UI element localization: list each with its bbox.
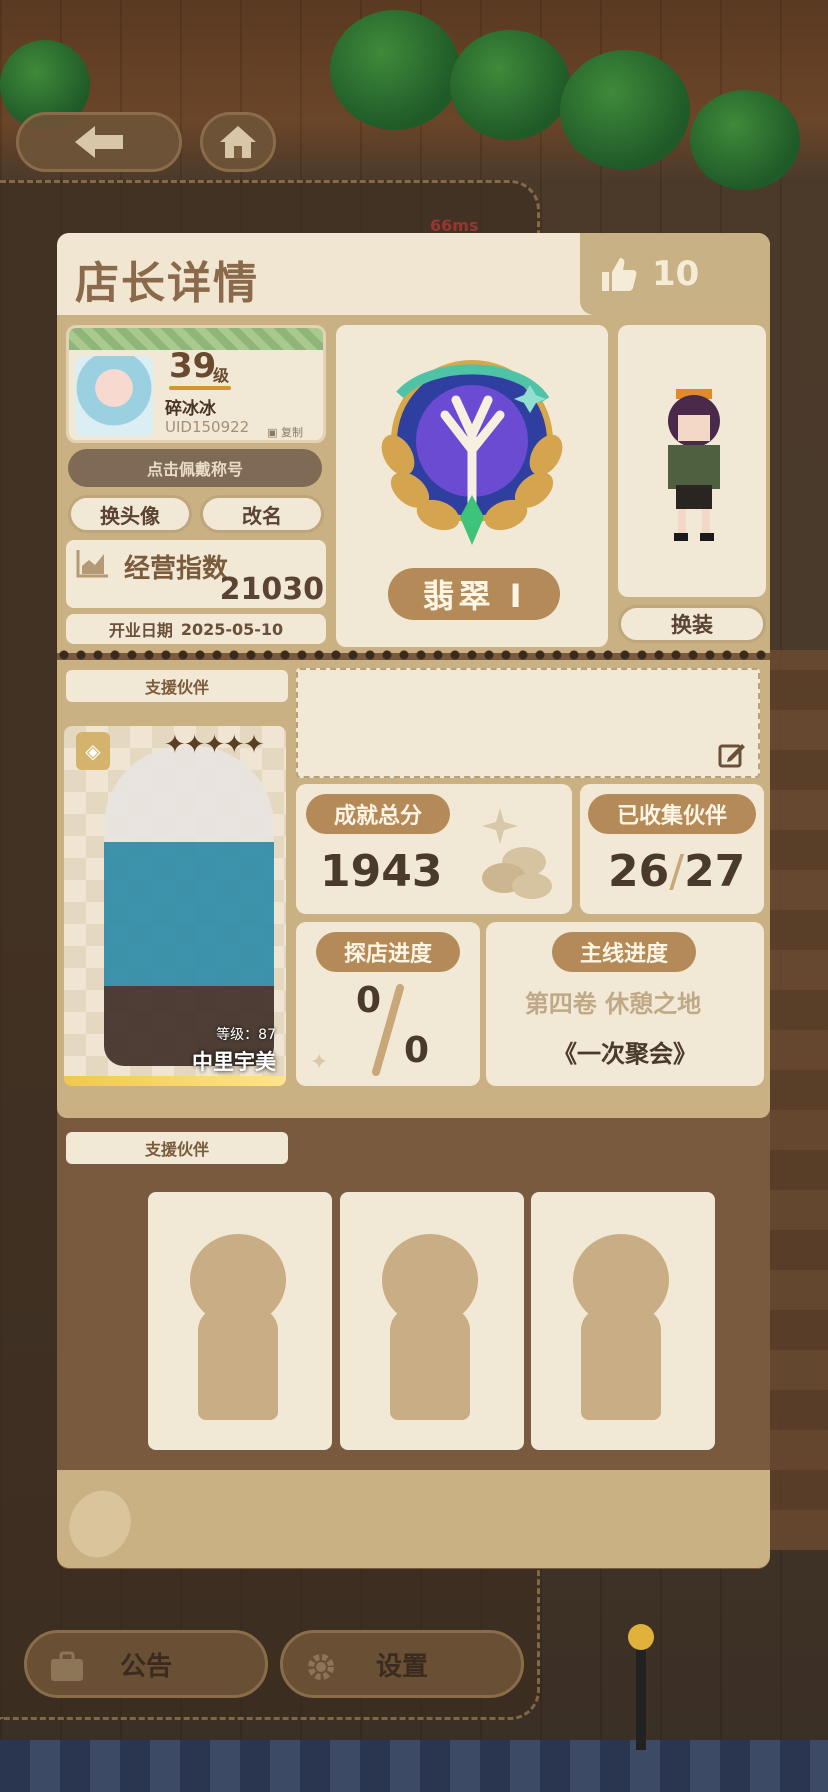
empty-partner-slot[interactable] [531,1192,715,1450]
fraction-separator: / [669,846,685,897]
explore-total: 0 [404,1030,430,1071]
support-partner-label: 支援伙伴 [66,670,288,702]
settings-button[interactable]: 设置 [280,1630,524,1698]
silhouette-body [198,1308,278,1420]
partner-portrait [104,746,274,1066]
tree-sprite [330,10,460,130]
business-index-label: 经营指数 [124,554,229,584]
character-sprite-icon [668,389,720,541]
rename-button[interactable]: 改名 [200,495,324,533]
partner-name: 中里宇美 [192,1050,276,1074]
user-id: UID150922 [165,418,250,436]
edit-icon[interactable] [718,742,746,768]
footer-decoration [57,1470,770,1568]
settings-label: 设置 [375,1651,428,1682]
partner-level: 等级：87 [216,1027,276,1043]
copy-label: 复制 [281,426,303,439]
business-index-value: 21030 [219,572,324,607]
player-level: 39 [169,346,217,386]
gear-icon [308,1654,334,1680]
explore-label: 探店进度 [316,932,460,972]
collected-total: 27 [684,846,746,897]
like-count: 10 [652,254,700,294]
rarity-stars: ✦✦✦✦✦ [164,730,265,760]
silhouette-body [390,1308,470,1420]
tree-sprite [450,30,570,140]
open-date-value: 2025-05-10 [180,619,284,639]
element-badge-icon: ◈ [76,732,110,770]
wear-title-button[interactable]: 点击佩戴称号 [68,449,322,487]
change-outfit-button[interactable]: 换装 [618,605,766,643]
support-partner-card[interactable]: ◈ ✦✦✦✦✦ 等级：87 中里宇美 [64,726,286,1086]
street-lamp [628,1624,654,1750]
level-progress-bar [169,386,231,390]
page-title: 店长详情 [75,258,259,309]
home-icon [220,126,256,158]
achievement-score: 成就总分 1943 [296,784,572,914]
main-story-progress: 主线进度 第四卷 休憩之地 《一次聚会》 [486,922,764,1086]
emerald-rank-emblem-icon [381,360,563,545]
home-button[interactable] [200,112,276,172]
collected-partners: 已收集伙伴 26/27 [580,784,764,914]
signature-note[interactable] [296,668,760,778]
achievement-label: 成就总分 [306,794,450,834]
briefcase-icon [51,1651,83,1681]
collected-count: 26/27 [608,846,745,897]
coffee-beans-icon [482,808,552,899]
open-date-label: 开业日期 [108,621,173,640]
partner-rarity-bar [64,1076,286,1086]
avatar[interactable] [75,356,153,436]
change-avatar-button[interactable]: 换头像 [68,495,192,533]
like-button[interactable]: 10 [580,233,770,315]
sparkle-icon: ✦ [310,1050,329,1075]
notice-label: 公告 [119,1651,172,1682]
tree-sprite [560,50,690,170]
story-chapter: 《一次聚会》 [553,1040,697,1068]
open-date: 开业日期 2025-05-10 [66,614,326,644]
profile-card: 39 级 碎冰冰 UID150922 ▣ 复制 [66,325,326,443]
rank-name: 翡翠 I [388,568,560,620]
achievement-value: 1943 [320,846,443,897]
copy-uid-button[interactable]: ▣ 复制 [267,424,303,440]
back-button[interactable] [16,112,182,172]
tree-sprite [690,90,800,190]
collected-label: 已收集伙伴 [588,794,756,834]
collected-value: 26 [608,846,670,897]
back-arrow-icon [75,126,123,158]
outfit-preview [618,325,766,597]
rank-panel: 翡翠 I [336,325,608,647]
chart-icon [76,550,108,578]
progress-slash-icon [372,984,404,1076]
business-index: 经营指数 21030 [66,540,326,608]
explore-progress: 探店进度 0 0 ✦ [296,922,480,1086]
support-partner-label-2: 支援伙伴 [66,1132,288,1164]
level-unit: 级 [213,366,230,385]
fence [0,1740,828,1792]
panel-header: 店长详情 10 [57,233,770,315]
username: 碎冰冰 [165,399,216,419]
notice-button[interactable]: 公告 [24,1630,268,1698]
thumbs-up-icon [602,258,637,291]
story-volume: 第四卷 休憩之地 [524,990,702,1018]
empty-partner-slot[interactable] [340,1192,524,1450]
silhouette-body [581,1308,661,1420]
story-label: 主线进度 [552,932,696,972]
copy-icon: ▣ [267,426,278,439]
empty-partner-slot[interactable] [148,1192,332,1450]
